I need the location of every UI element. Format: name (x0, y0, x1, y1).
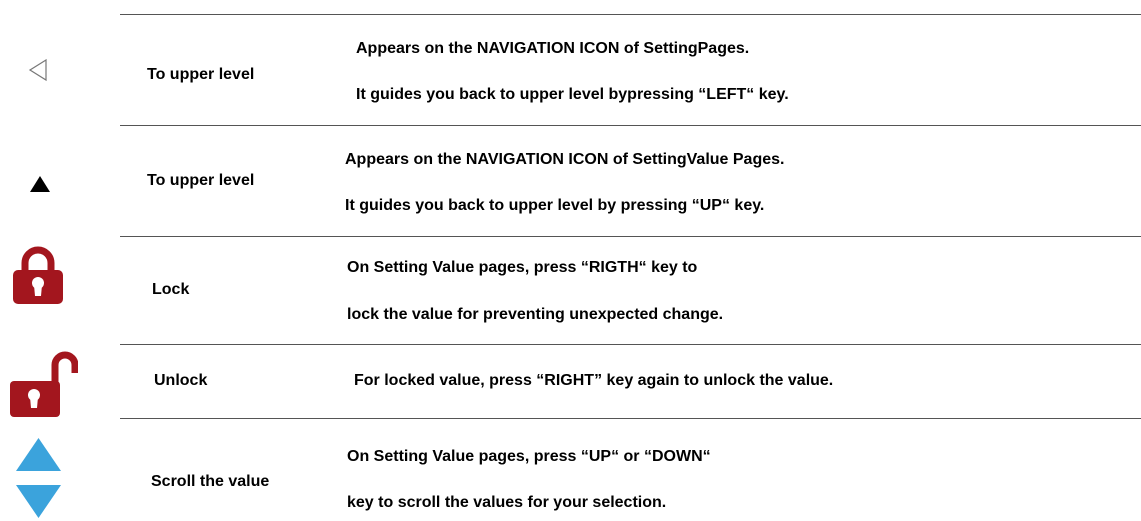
row-label: Unlock (154, 372, 208, 389)
unlock-icon (10, 351, 78, 417)
scroll-down-icon (16, 485, 61, 518)
up-triangle-icon (30, 176, 50, 192)
left-arrow-outline-icon (28, 58, 47, 82)
divider-2 (120, 236, 1141, 237)
divider-1 (120, 125, 1141, 126)
row-description-line: For locked value, press “RIGHT” key agai… (354, 372, 834, 389)
row-description-line: Appears on the NAVIGATION ICON of Settin… (345, 151, 785, 168)
divider-4 (120, 418, 1141, 419)
row-description-line: Appears on the NAVIGATION ICON of Settin… (356, 40, 750, 57)
row-description-line: It guides you back to upper level by pre… (345, 197, 765, 214)
row-description-line: On Setting Value pages, press “UP“ or “D… (347, 448, 711, 465)
row-description-line: lock the value for preventing unexpected… (347, 306, 724, 323)
row-description-line: key to scroll the values for your select… (347, 494, 667, 511)
divider-3 (120, 344, 1141, 345)
divider-top (120, 14, 1141, 15)
row-label: To upper level (147, 172, 255, 189)
row-label: Scroll the value (151, 473, 270, 490)
scroll-up-icon (16, 438, 61, 471)
row-description-line: On Setting Value pages, press “RIGTH“ ke… (347, 259, 698, 276)
row-label: Lock (152, 281, 190, 298)
lock-icon (13, 246, 63, 304)
row-description-line: It guides you back to upper level bypres… (356, 86, 789, 103)
row-label: To upper level (147, 66, 255, 83)
